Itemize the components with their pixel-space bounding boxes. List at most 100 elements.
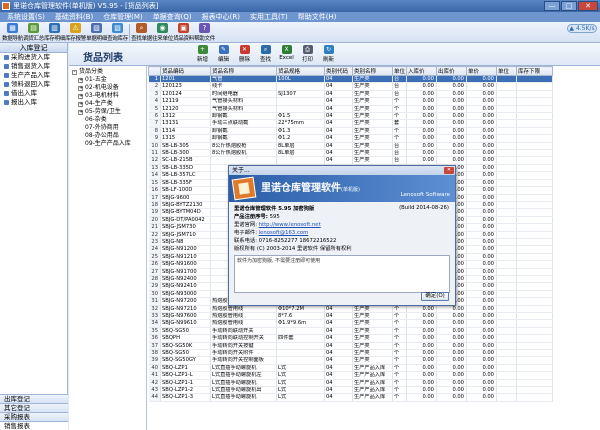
table-row[interactable]: 36 SBQPH 手动转向联动控制开关 四件套 04 生产类个 0.00 0.00 0.00: [148, 334, 553, 343]
expand-icon[interactable]: +: [78, 101, 83, 107]
maximize-button[interactable]: □: [561, 1, 577, 11]
tree-node[interactable]: +05-劳保/卫生: [69, 108, 146, 116]
table-row[interactable]: 2 120123 线卡 04 生产类台 0.00 0.00 0.00: [148, 82, 553, 91]
dialog-close-button[interactable]: ✕: [444, 167, 454, 174]
toolbar-button[interactable]: ▥ 库存明细: [44, 22, 65, 43]
toolbar-button[interactable]: ▨ 查询库存: [107, 22, 128, 43]
list-tool-button[interactable]: ✕ 删除: [235, 45, 254, 64]
toolbar-button[interactable]: ▦ 数据导航: [2, 22, 23, 43]
table-row[interactable]: 8 1314 卸钢截 Φ1.3 04 生产类个 0.00 0.00 0.00: [148, 127, 553, 136]
menu-tools[interactable]: 实用工具(T): [245, 12, 293, 22]
column-header[interactable]: 单位: [392, 66, 407, 76]
sidebar-item[interactable]: 领料退回入库: [0, 80, 67, 89]
ok-button[interactable]: 确定(O): [421, 292, 449, 301]
expand-icon[interactable]: +: [78, 77, 83, 83]
close-button[interactable]: ✕: [578, 1, 598, 11]
sidebar-item[interactable]: 借出入库: [0, 89, 67, 98]
toolbar-button[interactable]: ⚠ 库存报警: [65, 22, 86, 43]
sidebar-tab[interactable]: 出库登记: [0, 394, 68, 403]
sidebar-item[interactable]: 销售退货入库: [0, 62, 67, 71]
table-row[interactable]: 41 SBQ-LZP1-L L式直插手动螺旋机左 L式 04 生产产品入库个 0.00 0.0…: [148, 371, 553, 380]
sidebar-tab[interactable]: 销售报表: [0, 421, 68, 430]
tree-node[interactable]: 08-办公用品: [69, 132, 146, 140]
sidebar-header[interactable]: 入库登记: [0, 43, 67, 53]
table-row[interactable]: 9 1315 卸钢截 Φ1.2 04 生产类个 0.00 0.00 0.00: [148, 134, 553, 143]
column-header[interactable]: 单价: [466, 66, 497, 76]
sidebar-tab[interactable]: 其它登记: [0, 403, 68, 412]
column-header[interactable]: 出库价: [436, 66, 467, 76]
tree-node[interactable]: +03-电机材料: [69, 92, 146, 100]
list-tool-button[interactable]: ↻ 刷新: [319, 45, 338, 64]
sidebar-bottom-tabs: 出库登记 其它登记 采购报表 销售报表: [0, 394, 68, 430]
tree-node[interactable]: 07-外协商用: [69, 124, 146, 132]
sidebar-item[interactable]: 采购进货入库: [0, 53, 67, 62]
menu-query[interactable]: 单据查询(Q): [148, 12, 197, 22]
table-cell: 个: [392, 127, 407, 136]
table-row[interactable]: 39 SBQ-SG50GY 手动转向开关控制面板 04 生产类个 0.00 0.00 0.00: [148, 356, 553, 365]
table-row[interactable]: 3 120124 时间继电器 SJ1307 04 生产类台 0.00 0.00 0.00: [148, 90, 553, 99]
list-tool-button[interactable]: ⎙ 打印: [298, 45, 317, 64]
table-row[interactable]: 44 SBQ-LZP1-3 L式直插手动螺旋机 L式 04 生产产品入库个 0.00 0.00…: [148, 393, 553, 402]
menu-reports[interactable]: 报表中心(R): [197, 12, 245, 22]
column-header[interactable]: 类别代码: [324, 66, 353, 76]
menu-basic-data[interactable]: 基础资料(B): [50, 12, 98, 22]
table-row[interactable]: 37 SBQ-SG50K 手动转向开关按键 04 生产类个 0.00 0.00 0.00: [148, 342, 553, 351]
tree-node[interactable]: +02-机电设备: [69, 84, 146, 92]
column-header[interactable]: 货品规格: [276, 66, 325, 76]
menu-system[interactable]: 系统设置(S): [2, 12, 50, 22]
website-link[interactable]: http://www.lenosoft.net: [259, 222, 321, 228]
table-row[interactable]: 10 SB-LB-305 8公斤热熔胶枪 8L单层 04 生产类台 0.00 0.00 0.00: [148, 142, 553, 151]
table-row[interactable]: 40 SBQ-LZP1 L式直插手动螺旋机 L式 04 生产产品入库个 0.00 0.00 0.…: [148, 364, 553, 373]
toolbar-button[interactable]: ? 帮助文件: [194, 22, 215, 43]
table-row[interactable]: 42 SBQ-LZP1-1 L式直插手动螺旋机 L式 04 生产产品入库个 0.00 0.00…: [148, 379, 553, 388]
table-row[interactable]: 38 SBQ-SG50 手动转向开关附件 04 生产类个 0.00 0.00 0.00: [148, 349, 553, 358]
table-row[interactable]: 11 SB-LB-300 8公斤热熔胶机 8L单层 04 生产类台 0.00 0.00 0.00: [148, 149, 553, 158]
column-header[interactable]: 入库价: [406, 66, 437, 76]
list-tool-button[interactable]: X Excel: [277, 45, 296, 64]
table-row[interactable]: 43 SBQ-LZP1-2 L式直插手动螺旋机出 L式 04 生产产品入库个 0.00 0.0…: [148, 386, 553, 395]
toolbar-button[interactable]: ▤ 调货汇总: [23, 22, 44, 43]
column-header[interactable]: [148, 66, 161, 76]
tree-node[interactable]: +01-五金: [69, 76, 146, 84]
toolbar-button[interactable]: ◉ 往来单位: [152, 22, 173, 43]
sidebar-item[interactable]: 生产产品入库: [0, 71, 67, 80]
table-row[interactable]: 33 SBJG-N97600 热熔胶管用线 8*7.6 04 生产类个 0.00 0.00 0.…: [148, 312, 553, 321]
menu-help[interactable]: 帮助文件(H): [293, 12, 342, 22]
table-cell: 13131: [160, 119, 211, 128]
tree-node[interactable]: +04-生产类: [69, 100, 146, 108]
column-header[interactable]: 库存下限: [516, 66, 553, 76]
list-tool-button[interactable]: + 新增: [193, 45, 212, 64]
toolbar-button[interactable]: ⌕ 查找单据: [131, 22, 152, 43]
column-header[interactable]: 单位: [496, 66, 517, 76]
minimize-button[interactable]: —: [544, 1, 560, 11]
tree-node[interactable]: 06-杂类: [69, 116, 146, 124]
sidebar-item[interactable]: 报出入库: [0, 98, 67, 107]
table-row[interactable]: 5 12120 气管接头材料 04 生产类个 0.00 0.00 0.00: [148, 105, 553, 114]
toolbar-button[interactable]: ▧ 单据明细: [86, 22, 107, 43]
list-tool-button[interactable]: ✎ 编辑: [214, 45, 233, 64]
column-header[interactable]: 类别名称: [352, 66, 393, 76]
menu-warehouse[interactable]: 仓库管理(M): [98, 12, 148, 22]
list-tool-button[interactable]: ⌕ 查找: [256, 45, 275, 64]
table-row[interactable]: 12 SC-LB-215B 04 生产类台 0.00 0.00 0.00: [148, 156, 553, 165]
toolbar-button[interactable]: ▣ 货品资料: [173, 22, 194, 43]
table-row[interactable]: 32 SBJG-N97210 热熔胶管用线 Φ10*7.2M 04 生产类个 0.00 0.0…: [148, 305, 553, 314]
expand-icon[interactable]: +: [78, 109, 83, 115]
table-cell: 0.00: [406, 305, 437, 314]
expand-icon[interactable]: +: [78, 93, 83, 99]
sidebar-tab[interactable]: 采购报表: [0, 412, 68, 421]
expand-icon[interactable]: +: [78, 85, 83, 91]
tree-node[interactable]: - 货品分类: [69, 68, 146, 76]
table-row[interactable]: 1 1201 气管 100L 04 生产类台 0.00 0.00 0.00: [148, 75, 553, 84]
table-row[interactable]: 35 SBQ-SG50 手动转向联动开关 04 生产类个 0.00 0.00 0.00: [148, 327, 553, 336]
table-row[interactable]: 34 SBJG-N99610 热熔胶管用线 Φ1.9*9.6m 04 生产类个 0.00 0.…: [148, 319, 553, 328]
table-row[interactable]: 4 12119 气管接头材料 04 生产类个 0.00 0.00 0.00: [148, 97, 553, 106]
table-row[interactable]: 6 1312 卸钢截 Φ1.5 04 生产类个 0.00 0.00 0.00: [148, 112, 553, 121]
expand-icon[interactable]: -: [72, 69, 77, 75]
email-link[interactable]: lenosoft@163.com: [259, 230, 309, 236]
tree-node[interactable]: 09-生产产品入库: [69, 140, 146, 148]
column-header[interactable]: 货品名称: [210, 66, 277, 76]
column-header[interactable]: 货品编码: [160, 66, 211, 76]
table-cell: [496, 349, 517, 358]
table-row[interactable]: 7 13131 手动三点联动截 22*75mm 04 生产类套 0.00 0.00 0.00: [148, 119, 553, 128]
